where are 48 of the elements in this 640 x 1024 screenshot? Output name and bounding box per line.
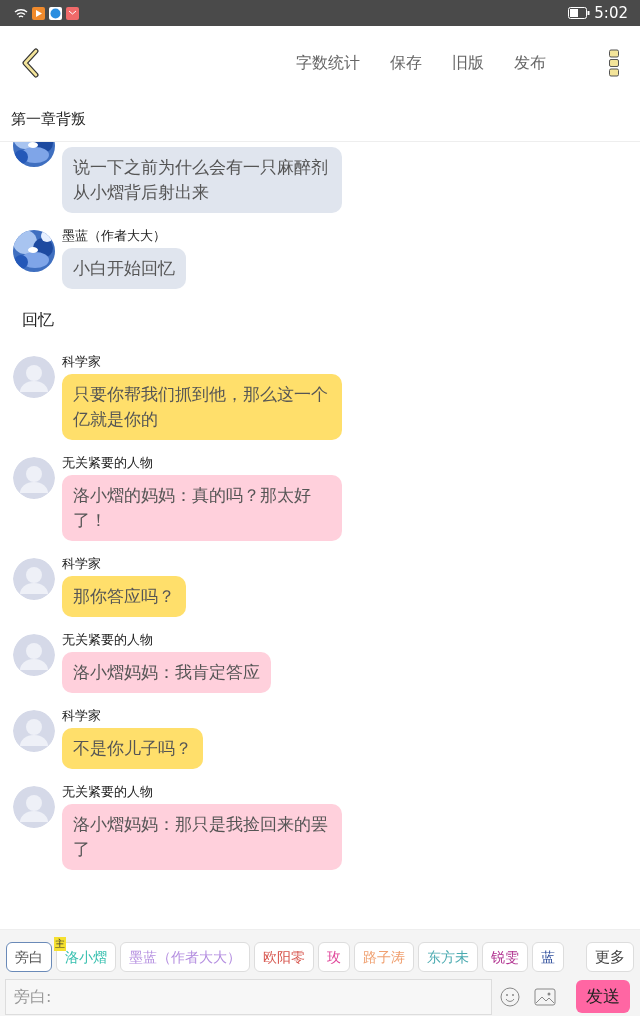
avatar-icon xyxy=(13,557,55,600)
emoji-icon[interactable] xyxy=(500,986,520,1007)
menu-icon xyxy=(608,49,620,77)
narration-text: 回忆 xyxy=(21,308,55,331)
more-button[interactable]: 更多 xyxy=(586,941,634,972)
toolbar-button[interactable]: 旧版 xyxy=(452,51,484,75)
avatar-icon xyxy=(13,355,55,398)
more-menu-button[interactable] xyxy=(608,49,620,77)
back-button[interactable] xyxy=(20,48,42,78)
message-bubble: 说一下之前为什么会有一只麻醉剂从小熠背后射出来 xyxy=(62,146,342,213)
toolbar-button[interactable]: 发布 xyxy=(514,51,546,75)
clock-time: 5:02 xyxy=(594,2,628,24)
message-bubble: 那你答应吗？ xyxy=(62,575,186,617)
message-bubble: 不是你儿子吗？ xyxy=(62,727,203,769)
sender-name: 无关紧要的人物 xyxy=(62,454,154,471)
sender-name: 科学家 xyxy=(62,555,102,572)
sender-name: 科学家 xyxy=(62,707,102,724)
message-input[interactable]: 旁白: xyxy=(5,978,492,1015)
toolbar-button[interactable]: 字数统计 xyxy=(296,51,360,75)
sender-name: 墨蓝（作者大大） xyxy=(62,227,167,244)
character-chip[interactable]: 玫 xyxy=(318,941,350,972)
main-tag: 主 xyxy=(54,936,66,951)
avatar-icon xyxy=(13,785,55,828)
avatar-icon xyxy=(13,709,55,752)
play-icon xyxy=(32,6,45,20)
message-bubble: 小白开始回忆 xyxy=(62,247,186,289)
character-chip[interactable]: 锐雯 xyxy=(482,941,528,972)
sender-name: 无关紧要的人物 xyxy=(62,783,154,800)
character-chip[interactable]: 蓝 xyxy=(532,941,564,972)
message-bubble: 只要你帮我们抓到他，那么这一个亿就是你的 xyxy=(62,373,342,440)
sender-name: 科学家 xyxy=(62,353,102,370)
mail-icon xyxy=(66,6,79,20)
send-button[interactable]: 发送 xyxy=(576,979,630,1014)
app-icon xyxy=(49,6,62,20)
character-chip[interactable]: 欧阳零 xyxy=(254,941,314,972)
message-bubble: 洛小熠妈妈：我肯定答应 xyxy=(62,651,271,693)
message-bubble: 洛小熠的妈妈：真的吗？那太好了！ xyxy=(62,474,342,541)
avatar-icon xyxy=(13,456,55,499)
wifi-icon xyxy=(14,7,28,19)
image-icon[interactable] xyxy=(534,987,556,1006)
toolbar-button[interactable]: 保存 xyxy=(390,51,422,75)
character-chip[interactable]: 旁白 xyxy=(6,941,52,972)
avatar-icon xyxy=(13,633,55,676)
back-icon xyxy=(20,48,42,78)
sender-name: 无关紧要的人物 xyxy=(62,631,154,648)
chapter-title: 第一章背叛 xyxy=(0,100,640,142)
message-bubble: 洛小熠妈妈：那只是我捡回来的罢了 xyxy=(62,803,342,870)
battery-icon xyxy=(568,7,591,19)
